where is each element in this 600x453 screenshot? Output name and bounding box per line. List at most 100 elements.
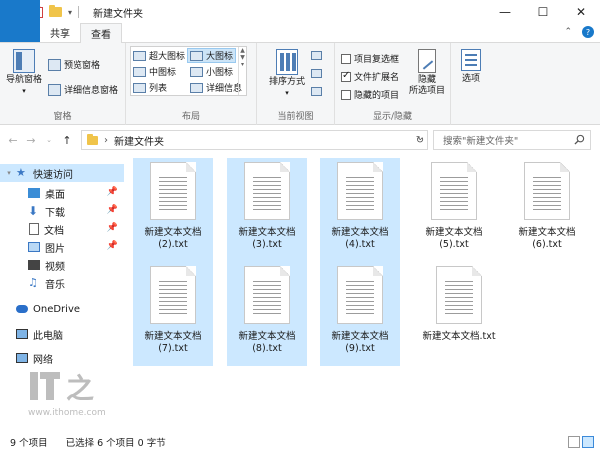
up-icon[interactable]: ↑ xyxy=(58,134,76,147)
details-pane-button[interactable]: 详细信息窗格 xyxy=(48,83,118,96)
small-icons-icon xyxy=(190,66,203,77)
file-item[interactable]: 新建文本文档 (8).txt xyxy=(227,262,307,366)
chevron-down-icon[interactable]: ▾ xyxy=(68,8,72,17)
file-name: 新建文本文档 (3).txt xyxy=(238,227,296,250)
large-icons-view-icon[interactable] xyxy=(582,436,594,448)
layout-extra-large-icons[interactable]: 超大图标 xyxy=(133,49,185,62)
item-count: 9 个项目 xyxy=(10,438,48,449)
watermark-url: www.ithome.com xyxy=(28,408,106,418)
pin-icon[interactable]: 📌 xyxy=(107,205,118,215)
video-icon xyxy=(28,260,40,270)
file-item[interactable]: 新建文本文档 (2).txt xyxy=(133,158,213,262)
address-bar[interactable]: › 新建文件夹 ⌄ xyxy=(81,130,428,150)
address-path[interactable]: 新建文件夹 xyxy=(114,133,164,148)
file-name: 新建文本文档 (7).txt xyxy=(144,331,202,354)
network-icon xyxy=(16,353,28,363)
text-file-icon xyxy=(337,266,383,324)
layout-medium-icons[interactable]: 中图标 xyxy=(133,65,176,78)
file-item[interactable]: 新建文本文档 (7).txt xyxy=(133,262,213,366)
search-placeholder: 搜索"新建文件夹" xyxy=(443,136,519,147)
file-item[interactable]: 新建文本文档 (6).txt xyxy=(507,158,587,262)
sidebar-item-desktop[interactable]: 桌面 📌 xyxy=(0,184,124,202)
layout-list[interactable]: 列表 xyxy=(133,81,167,94)
file-item[interactable]: 新建文本文档.txt xyxy=(414,262,504,366)
file-item[interactable]: 新建文本文档 (5).txt xyxy=(414,158,494,262)
title-bar: ▾ 新建文件夹 — ☐ ✕ xyxy=(0,0,600,24)
hide-selected-button[interactable]: 隐藏 所选项目 xyxy=(405,49,449,97)
group-by-icon[interactable] xyxy=(311,51,322,60)
file-name: 新建文本文档 (5).txt xyxy=(425,227,483,250)
text-file-icon xyxy=(150,266,196,324)
text-file-icon xyxy=(244,266,290,324)
pin-icon[interactable]: 📌 xyxy=(107,187,118,197)
star-icon: ★ xyxy=(16,166,26,179)
layout-small-icons[interactable]: 小图标 xyxy=(190,65,233,78)
sidebar-item-network[interactable]: 网络 xyxy=(0,349,124,367)
new-folder-icon[interactable] xyxy=(49,5,62,17)
details-view-icon[interactable] xyxy=(568,436,580,448)
sidebar-item-onedrive[interactable]: OneDrive xyxy=(0,300,124,318)
item-checkboxes-toggle[interactable]: 项目复选框 xyxy=(341,52,399,65)
sidebar-item-documents[interactable]: 文档 📌 xyxy=(0,220,124,238)
sidebar-item-videos[interactable]: 视频 xyxy=(0,256,124,274)
options-label: 选项 xyxy=(461,74,480,84)
file-item[interactable]: 新建文本文档 (3).txt xyxy=(227,158,307,262)
pin-icon[interactable]: 📌 xyxy=(107,241,118,251)
recent-locations-icon[interactable]: ⌄ xyxy=(40,136,58,144)
sidebar-item-downloads[interactable]: ⬇ 下载 📌 xyxy=(0,202,124,220)
sort-by-button[interactable]: 排序方式 ▾ xyxy=(267,49,307,99)
file-view: 新建文本文档 (2).txt 新建文本文档 (3).txt 新建文本文档 (4).tx… xyxy=(133,158,593,428)
tab-view[interactable]: 查看 xyxy=(80,23,122,43)
options-button[interactable]: 选项 xyxy=(458,49,484,85)
file-item[interactable]: 新建文本文档 (4).txt xyxy=(320,158,400,262)
text-file-icon xyxy=(436,266,482,324)
text-file-icon xyxy=(244,162,290,220)
show-hide-group: 项目复选框 文件扩展名 隐藏的项目 隐藏 所选项目 显示/隐藏 xyxy=(335,43,451,125)
file-name: 新建文本文档 (2).txt xyxy=(144,227,202,250)
add-columns-icon[interactable] xyxy=(311,69,322,78)
size-columns-icon[interactable] xyxy=(311,87,322,96)
hidden-items-checkbox[interactable] xyxy=(341,89,351,100)
group-label: 当前视图 xyxy=(277,112,314,122)
close-button[interactable]: ✕ xyxy=(562,0,600,24)
forward-icon[interactable]: → xyxy=(22,134,40,147)
layout-details[interactable]: 详细信息 xyxy=(190,81,242,94)
refresh-icon[interactable]: ↻ xyxy=(412,130,428,150)
minimize-button[interactable]: — xyxy=(486,0,524,24)
sidebar-item-this-pc[interactable]: 此电脑 xyxy=(0,325,124,343)
group-label: 显示/隐藏 xyxy=(372,112,413,122)
back-icon[interactable]: ← xyxy=(4,134,22,147)
layout-gallery: 超大图标 大图标 中图标 小图标 列表 详细信息 ▲ ▼ ▾ xyxy=(130,46,247,96)
file-extensions-checkbox[interactable] xyxy=(341,70,351,82)
text-file-icon xyxy=(431,162,477,220)
list-icon xyxy=(133,82,146,93)
selection-info: 已选择 6 个项目 0 字节 xyxy=(65,438,166,449)
pin-icon[interactable]: 📌 xyxy=(107,223,118,233)
chevron-down-icon: ▾ xyxy=(285,89,289,97)
details-pane-label: 详细信息窗格 xyxy=(64,86,119,96)
maximize-button[interactable]: ☐ xyxy=(524,0,562,24)
current-view-group: 排序方式 ▾ 当前视图 xyxy=(257,43,335,125)
cloud-icon xyxy=(16,305,28,313)
file-extensions-toggle[interactable]: 文件扩展名 xyxy=(341,70,399,83)
file-item[interactable]: 新建文本文档 (9).txt xyxy=(320,262,400,366)
group-label: 窗格 xyxy=(53,112,72,122)
collapse-ribbon-icon[interactable]: ⌃ xyxy=(564,27,572,37)
navigation-pane-button[interactable]: 导航窗格 ▾ xyxy=(4,49,44,97)
chevron-right-icon[interactable]: › xyxy=(104,135,108,146)
sidebar-item-pictures[interactable]: 图片 📌 xyxy=(0,238,124,256)
layout-gallery-scroll[interactable]: ▲ ▼ ▾ xyxy=(238,47,246,95)
search-icon[interactable] xyxy=(574,134,585,145)
hidden-items-toggle[interactable]: 隐藏的项目 xyxy=(341,88,399,101)
sidebar-item-music[interactable]: ♫ 音乐 xyxy=(0,274,124,292)
preview-pane-button[interactable]: 预览窗格 xyxy=(48,58,100,71)
help-icon[interactable]: ? xyxy=(582,26,594,38)
search-input[interactable]: 搜索"新建文件夹" xyxy=(433,130,591,150)
chevron-down-icon[interactable]: ▾ xyxy=(4,169,14,177)
item-checkboxes-checkbox[interactable] xyxy=(341,53,351,64)
sidebar-item-quick-access[interactable]: ▾ ★ 快速访问 xyxy=(0,164,124,182)
tab-file[interactable]: 文件 xyxy=(0,0,40,42)
tab-share[interactable]: 共享 xyxy=(40,23,80,42)
desktop-icon xyxy=(28,188,40,198)
layout-large-icons[interactable]: 大图标 xyxy=(187,48,237,63)
